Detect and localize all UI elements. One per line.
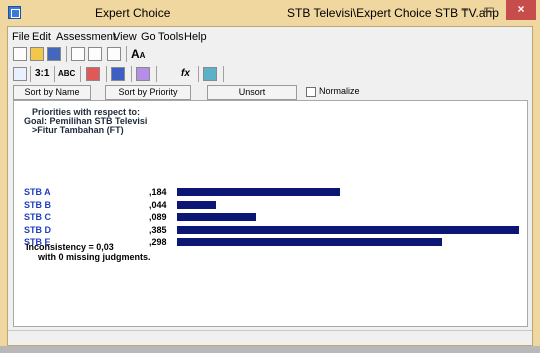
menu-go[interactable]: Go [141, 31, 156, 43]
row-value: ,044 [149, 199, 167, 210]
priority-bar [177, 188, 340, 196]
priority-bar [177, 200, 216, 209]
pairwise-verbal-tab[interactable]: ABC [58, 67, 75, 81]
hierarchy-icon[interactable] [13, 67, 27, 81]
priority-bar [177, 238, 442, 246]
maximize-button[interactable]: ▭ [477, 0, 501, 20]
row-value: ,184 [149, 187, 167, 197]
priorities-icon[interactable] [111, 67, 125, 81]
inconsistency-text: Inconsistency = 0,03 [26, 242, 114, 252]
row-value: ,089 [149, 212, 167, 222]
row-label: STB A [24, 187, 51, 197]
sort-bar: Sort by Name Sort by Priority Unsort Nor… [8, 84, 532, 101]
toolbar-divider [156, 66, 157, 82]
client-area: File Edit Assessment View Go Tools Help … [7, 26, 533, 346]
formula-icon[interactable]: fx [181, 67, 190, 81]
app-window: Expert Choice STB Televisi\Expert Choice… [0, 0, 540, 353]
status-bar [8, 330, 532, 345]
toolbar-divider [126, 46, 127, 62]
normalize-label: Normalize [319, 86, 360, 96]
priority-bar [177, 213, 256, 221]
toolbar-divider [223, 66, 224, 82]
row-value: ,298 [149, 237, 167, 247]
row-label: STB D [24, 224, 51, 235]
new-file-icon[interactable] [13, 47, 27, 61]
toolbar-divider [106, 66, 107, 82]
row-label: STB C [24, 212, 51, 222]
priorities-report: Priorities with respect to: Goal: Pemili… [13, 100, 528, 327]
menu-file[interactable]: File [12, 31, 30, 43]
menu-view[interactable]: View [113, 31, 137, 43]
graphical-icon[interactable] [86, 67, 100, 81]
toolbar-divider [66, 46, 67, 62]
node-label: >Fitur Tambahan (FT) [32, 125, 124, 135]
menu-bar: File Edit Assessment View Go Tools Help [8, 29, 532, 45]
title-bar[interactable]: Expert Choice STB Televisi\Expert Choice… [0, 0, 540, 26]
toolbar-divider [80, 66, 81, 82]
synthesis-icon[interactable] [136, 67, 150, 81]
sort-by-name-button[interactable]: Sort by Name [13, 85, 91, 100]
print-icon[interactable] [71, 47, 85, 61]
menu-assessment[interactable]: Assessment [56, 31, 116, 43]
toolbar-divider [131, 66, 132, 82]
normalize-checkbox[interactable] [306, 87, 316, 97]
toolbar-divider [54, 66, 55, 82]
menu-edit[interactable]: Edit [32, 31, 51, 43]
priority-bar [177, 225, 519, 234]
print-preview-icon[interactable] [88, 47, 102, 61]
menu-tools[interactable]: Tools [158, 31, 184, 43]
row-label: STB B [24, 199, 51, 210]
save-icon[interactable] [47, 47, 61, 61]
menu-help[interactable]: Help [184, 31, 207, 43]
pairwise-numerical-tab[interactable]: 3:1 [35, 67, 49, 81]
sort-by-priority-button[interactable]: Sort by Priority [105, 85, 191, 100]
app-icon[interactable] [8, 6, 21, 19]
unsort-button[interactable]: Unsort [207, 85, 297, 100]
toolbar-divider [198, 66, 199, 82]
table-icon[interactable] [203, 67, 217, 81]
close-button[interactable]: × [506, 0, 536, 20]
missing-judgments-text: with 0 missing judgments. [38, 252, 151, 262]
app-title: Expert Choice [95, 6, 171, 20]
font-size-icon[interactable]: AA [131, 47, 145, 63]
open-folder-icon[interactable] [30, 47, 44, 61]
tree-icon[interactable] [107, 47, 121, 61]
row-value: ,385 [149, 224, 167, 235]
taskbar-strip [0, 346, 540, 353]
minimize-button[interactable]: – [453, 0, 477, 20]
toolbar-divider [30, 66, 31, 82]
